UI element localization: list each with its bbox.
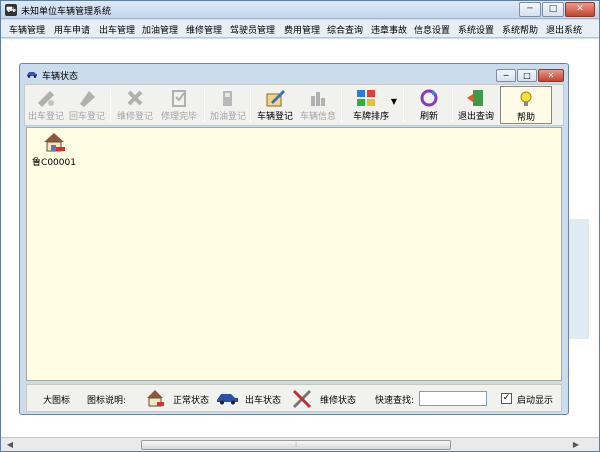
exit-query-icon [467,90,483,106]
vehicle-plate-label: 鲁C00001 [32,158,76,168]
repair-register-icon [127,90,143,106]
minimize-button[interactable]: ─ [519,2,541,17]
toolbar-separator [452,88,453,122]
menu-system-settings[interactable]: 系统设置 [458,23,494,36]
autoshow-label: 启动显示 [517,396,554,406]
vehicle-register-button[interactable]: 车辆登记 [254,86,296,124]
out-status-icon [217,394,238,405]
app-title: 未知单位车辆管理系统 [21,7,112,17]
toolbar: 出车登记 回车登记 维修登记 修理完毕 加油登记 车辆登记 车辆信息 车牌排序 … [24,84,564,126]
toolbar-separator [341,88,342,122]
child-close-button[interactable]: ✕ [538,69,564,82]
autoshow-checkbox[interactable]: ✓ [501,393,512,404]
app-icon: ⛟ [5,4,17,16]
background-decoration [569,219,589,339]
repair-done-icon [172,90,186,107]
menu-help[interactable]: 系统帮助 [502,23,538,36]
scroll-left-arrow[interactable]: ◀ [3,439,17,450]
house-car-icon [44,133,65,152]
menu-repair[interactable]: 维修管理 [186,23,222,36]
repair-register-button[interactable]: 维修登记 [115,86,155,124]
menu-expense[interactable]: 费用管理 [284,23,320,36]
help-button[interactable]: 帮助 [500,86,552,124]
vehicle-status-window: 车辆状态 ─ □ ✕ 出车登记 回车登记 维修登记 修理完毕 加油登记 车辆登记… [19,63,569,415]
vehicle-info-button[interactable]: 车辆信息 [298,86,338,124]
menu-info-settings[interactable]: 信息设置 [414,23,450,36]
menu-dispatch[interactable]: 出车管理 [99,23,135,36]
fuel-icon [223,91,232,106]
out-status-label: 出车状态 [245,396,282,406]
help-icon [520,91,532,106]
vehicle-item[interactable]: 鲁C00001 [31,130,77,168]
menu-exit[interactable]: 退出系统 [546,23,582,36]
horizontal-scrollbar[interactable]: ◀ ⦙ ▶ [1,437,599,451]
child-title-bar: 车辆状态 ─ □ ✕ [20,64,568,84]
menu-query[interactable]: 综合查询 [327,23,363,36]
vehicle-register-icon [266,90,285,107]
plate-sort-dropdown-arrow[interactable]: ▼ [389,97,399,107]
maximize-button[interactable]: □ [542,2,564,17]
car-return-icon [80,91,95,107]
scroll-thumb[interactable]: ⦙ [141,440,451,450]
repair-status-icon [292,389,312,409]
car-return-button[interactable]: 回车登记 [67,86,107,124]
title-bar: ⛟ 未知单位车辆管理系统 ─ □ ✕ [1,1,599,19]
scroll-right-arrow[interactable]: ▶ [569,439,583,450]
normal-status-icon [147,390,164,407]
quick-search-input[interactable] [419,391,487,406]
car-icon [27,72,37,78]
repair-done-button[interactable]: 修理完毕 [157,86,201,124]
close-button[interactable]: ✕ [565,2,595,17]
child-minimize-button[interactable]: ─ [496,69,516,82]
refresh-button[interactable]: 刷新 [409,86,449,124]
vehicle-info-icon [311,92,325,106]
legend-label: 图标说明: [87,396,127,406]
menu-violation[interactable]: 违章事故 [371,23,407,36]
repair-status-label: 维修状态 [320,396,357,406]
search-label: 快速查找: [375,396,415,406]
child-maximize-button[interactable]: □ [517,69,537,82]
toolbar-separator [110,88,111,122]
child-title: 车辆状态 [42,72,79,82]
menu-fuel[interactable]: 加油管理 [142,23,178,36]
car-out-icon [38,91,54,107]
exit-query-button[interactable]: 退出查询 [455,86,497,124]
main-window: ⛟ 未知单位车辆管理系统 ─ □ ✕ 车辆管理 用车申请 出车管理 加油管理 维… [0,0,600,452]
status-legend-bar: 大图标 图标说明: 正常状态 出车状态 维修状态 快速查找: ✓ 启动显示 [26,384,562,412]
menu-bar: 车辆管理 用车申请 出车管理 加油管理 维修管理 驾驶员管理 费用管理 综合查询… [1,20,599,38]
toolbar-separator [204,88,205,122]
car-out-button[interactable]: 出车登记 [26,86,66,124]
view-mode-label[interactable]: 大图标 [43,393,70,406]
normal-status-label: 正常状态 [173,396,210,406]
menu-car-request[interactable]: 用车申请 [54,23,90,36]
toolbar-separator [403,88,404,122]
vehicle-list-area[interactable]: 鲁C00001 [26,127,562,381]
plate-sort-icon [357,90,375,106]
toolbar-separator [250,88,251,122]
menu-vehicle-management[interactable]: 车辆管理 [9,23,45,36]
refresh-icon [420,89,438,107]
fuel-button[interactable]: 加油登记 [208,86,248,124]
menu-driver[interactable]: 驾驶员管理 [230,23,275,36]
